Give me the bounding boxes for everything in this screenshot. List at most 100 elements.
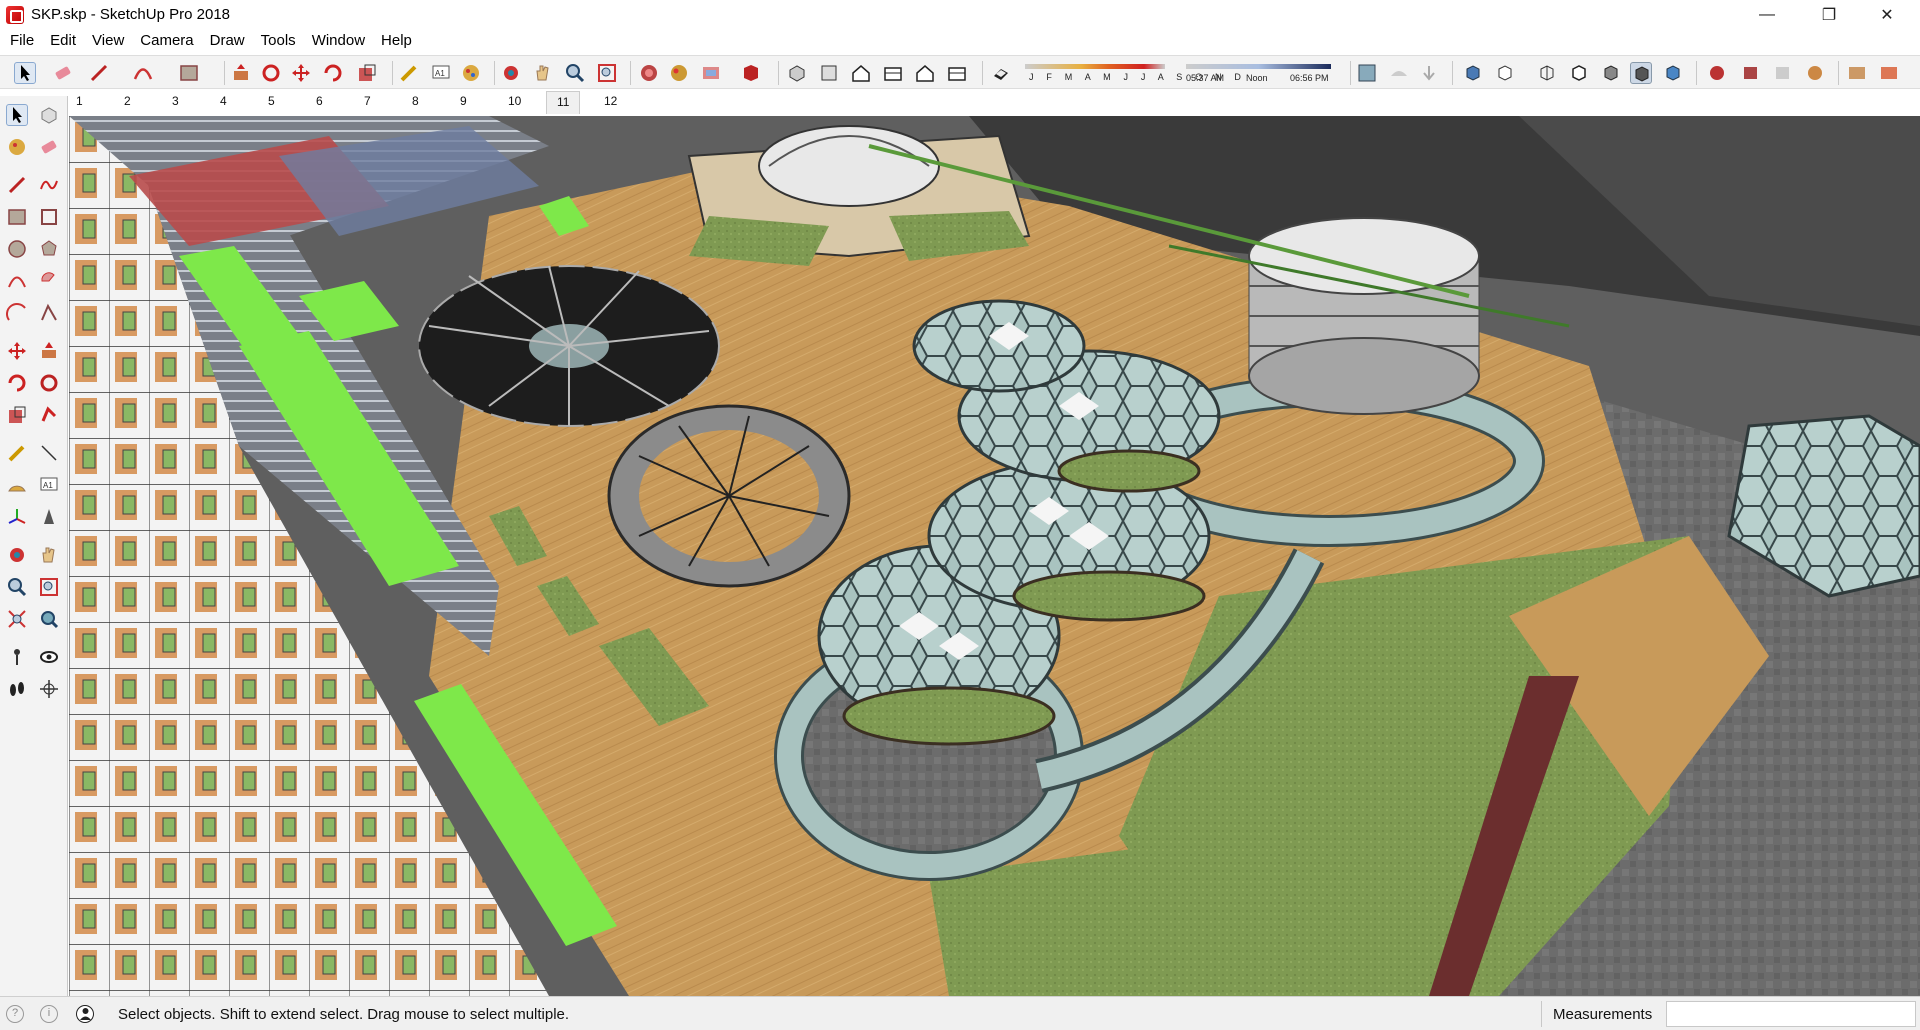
line-icon[interactable] bbox=[6, 174, 28, 196]
paint-bucket-tool-icon[interactable] bbox=[460, 62, 482, 84]
wireframe-style-icon[interactable] bbox=[1536, 62, 1558, 84]
move-tool-icon[interactable] bbox=[290, 62, 312, 84]
extension-dot-icon[interactable] bbox=[1804, 62, 1826, 84]
month-slider[interactable] bbox=[1025, 64, 1165, 69]
scene-tab-active[interactable]: 11 bbox=[546, 91, 581, 114]
scene-tab[interactable]: 8 bbox=[412, 94, 419, 108]
extension-cube-icon[interactable] bbox=[1740, 62, 1762, 84]
line-tool-icon[interactable] bbox=[88, 62, 110, 84]
left-view-icon[interactable] bbox=[946, 62, 968, 84]
select-icon[interactable] bbox=[6, 104, 28, 126]
zoom-extents-tool-icon[interactable] bbox=[596, 62, 618, 84]
look-around-icon[interactable] bbox=[38, 646, 60, 668]
measurements-input[interactable] bbox=[1666, 1001, 1916, 1027]
textured-style-icon[interactable] bbox=[1630, 62, 1652, 84]
scene-tab[interactable]: 9 bbox=[460, 94, 467, 108]
position-camera-icon[interactable] bbox=[6, 646, 28, 668]
xray-style-icon[interactable] bbox=[1462, 62, 1484, 84]
previous-view-icon[interactable] bbox=[38, 608, 60, 630]
scene-tab[interactable]: 7 bbox=[364, 94, 371, 108]
minimize-button[interactable]: — bbox=[1744, 0, 1790, 29]
sandbox-icon[interactable] bbox=[1388, 62, 1410, 84]
dropdown-arrow-icon[interactable] bbox=[1418, 62, 1440, 84]
walk-icon[interactable] bbox=[6, 678, 28, 700]
text-tool-icon[interactable]: A1 bbox=[430, 62, 452, 84]
freehand-icon[interactable] bbox=[38, 174, 60, 196]
components-icon[interactable] bbox=[638, 62, 660, 84]
scene-tab[interactable]: 5 bbox=[268, 94, 275, 108]
zoom-tool-icon[interactable] bbox=[564, 62, 586, 84]
back-edges-style-icon[interactable] bbox=[1494, 62, 1516, 84]
polygon-icon[interactable] bbox=[38, 238, 60, 260]
follow-me-icon[interactable] bbox=[38, 372, 60, 394]
menu-help[interactable]: Help bbox=[373, 29, 420, 53]
zoom-icon[interactable] bbox=[6, 576, 28, 598]
scale-tool-icon[interactable] bbox=[356, 62, 378, 84]
back-view-icon[interactable] bbox=[914, 62, 936, 84]
menu-camera[interactable]: Camera bbox=[132, 29, 201, 53]
paint-bucket-icon[interactable] bbox=[6, 136, 28, 158]
menu-view[interactable]: View bbox=[84, 29, 132, 53]
menu-edit[interactable]: Edit bbox=[42, 29, 84, 53]
extension-gray-icon[interactable] bbox=[1772, 62, 1794, 84]
eraser-icon[interactable] bbox=[38, 136, 60, 158]
eraser-tool-icon[interactable] bbox=[52, 62, 74, 84]
rotate-tool-icon[interactable] bbox=[322, 62, 344, 84]
styles-icon[interactable] bbox=[700, 62, 722, 84]
scene-tab[interactable]: 2 bbox=[124, 94, 131, 108]
protractor-icon[interactable] bbox=[6, 474, 28, 496]
axes-icon[interactable] bbox=[6, 506, 28, 528]
shadows-toggle-icon[interactable] bbox=[990, 62, 1012, 84]
rectangle-icon[interactable] bbox=[6, 206, 28, 228]
arc-tool-icon[interactable] bbox=[132, 62, 154, 84]
orbit-tool-icon[interactable] bbox=[500, 62, 522, 84]
menu-window[interactable]: Window bbox=[304, 29, 373, 53]
extension-paint-icon[interactable] bbox=[1878, 62, 1900, 84]
three-point-arc-icon[interactable] bbox=[38, 302, 60, 324]
tape-measure-icon[interactable] bbox=[6, 442, 28, 464]
restore-button[interactable]: ❐ bbox=[1806, 0, 1852, 29]
text-label-icon[interactable]: A1 bbox=[38, 474, 60, 496]
menu-tools[interactable]: Tools bbox=[253, 29, 304, 53]
menu-file[interactable]: File bbox=[0, 29, 42, 53]
pie-icon[interactable] bbox=[38, 270, 60, 292]
extension-box-icon[interactable] bbox=[1846, 62, 1868, 84]
user-account-icon[interactable] bbox=[76, 1005, 94, 1023]
two-point-arc-icon[interactable] bbox=[6, 302, 28, 324]
scene-tab[interactable]: 12 bbox=[604, 94, 617, 108]
orbit-icon[interactable] bbox=[6, 544, 28, 566]
3d-text-icon[interactable] bbox=[38, 506, 60, 528]
pan-tool-icon[interactable] bbox=[532, 62, 554, 84]
materials-icon[interactable] bbox=[668, 62, 690, 84]
right-view-icon[interactable] bbox=[882, 62, 904, 84]
iso-view-icon[interactable] bbox=[786, 62, 808, 84]
push-pull-tool-icon[interactable] bbox=[230, 62, 252, 84]
close-button[interactable]: ✕ bbox=[1864, 0, 1910, 29]
tape-measure-tool-icon[interactable] bbox=[398, 62, 420, 84]
rotated-rectangle-icon[interactable] bbox=[38, 206, 60, 228]
scene-tab[interactable]: 4 bbox=[220, 94, 227, 108]
section-plane-icon[interactable] bbox=[38, 678, 60, 700]
extension-red-icon[interactable] bbox=[1706, 62, 1728, 84]
scene-tab[interactable]: 10 bbox=[508, 94, 521, 108]
move-icon[interactable] bbox=[6, 340, 28, 362]
warehouse-icon[interactable] bbox=[740, 62, 762, 84]
select-tool-icon[interactable] bbox=[14, 62, 36, 84]
zoom-extents-icon[interactable] bbox=[6, 608, 28, 630]
circle-icon[interactable] bbox=[6, 238, 28, 260]
front-view-icon[interactable] bbox=[850, 62, 872, 84]
shaded-style-icon[interactable] bbox=[1600, 62, 1622, 84]
scene-tab[interactable]: 6 bbox=[316, 94, 323, 108]
geolocation-icon[interactable]: ? bbox=[6, 1005, 24, 1023]
dimension-icon[interactable] bbox=[38, 442, 60, 464]
zoom-window-icon[interactable] bbox=[38, 576, 60, 598]
push-pull-icon[interactable] bbox=[38, 340, 60, 362]
rectangle-tool-icon[interactable] bbox=[178, 62, 200, 84]
scene-tab[interactable]: 3 bbox=[172, 94, 179, 108]
menu-draw[interactable]: Draw bbox=[202, 29, 253, 53]
credits-icon[interactable]: i bbox=[40, 1005, 58, 1023]
top-view-icon[interactable] bbox=[818, 62, 840, 84]
monochrome-style-icon[interactable] bbox=[1662, 62, 1684, 84]
rotate-icon[interactable] bbox=[6, 372, 28, 394]
time-slider[interactable] bbox=[1186, 64, 1331, 69]
